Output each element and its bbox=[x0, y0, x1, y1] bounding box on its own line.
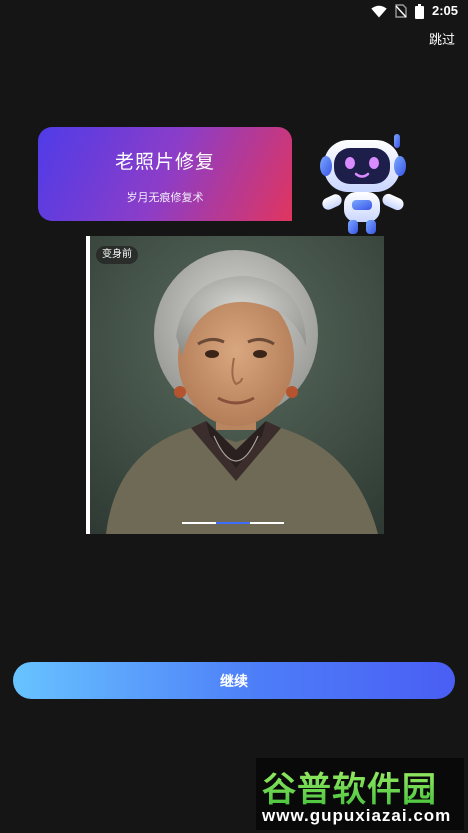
watermark-url: www.gupuxiazai.com bbox=[262, 806, 452, 825]
portrait-image bbox=[86, 236, 384, 534]
robot-mascot-icon bbox=[316, 130, 410, 238]
watermark-logo: 谷普软件园 bbox=[262, 762, 437, 811]
compare-divider-handle[interactable] bbox=[86, 236, 90, 534]
watermark: 谷普软件园 www.gupuxiazai.com bbox=[256, 758, 464, 830]
before-badge: 变身前 bbox=[96, 246, 138, 264]
status-time: 2:05 bbox=[431, 3, 458, 18]
battery-icon bbox=[414, 3, 424, 19]
status-icons: 2:05 bbox=[371, 2, 458, 20]
indicator-dot-active[interactable] bbox=[216, 522, 250, 524]
no-sim-icon bbox=[395, 4, 407, 18]
continue-button[interactable]: 继续 bbox=[13, 662, 455, 699]
indicator-dot[interactable] bbox=[250, 522, 284, 524]
page-indicator bbox=[182, 522, 284, 524]
indicator-dot[interactable] bbox=[182, 522, 216, 524]
feature-banner: 老照片修复 岁月无痕修复术 bbox=[38, 127, 292, 221]
wifi-icon bbox=[371, 5, 387, 18]
status-bar: 2:05 bbox=[0, 0, 468, 22]
photo-compare-viewer[interactable]: 变身前 bbox=[86, 236, 384, 534]
banner-subtitle: 岁月无痕修复术 bbox=[126, 191, 204, 204]
banner-title: 老照片修复 bbox=[114, 151, 215, 173]
skip-button[interactable]: 跳过 bbox=[429, 29, 455, 48]
